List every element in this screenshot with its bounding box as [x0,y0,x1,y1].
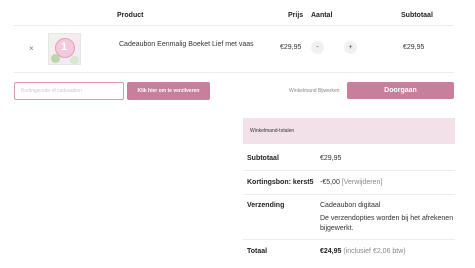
product-price: €29,95 [280,44,302,51]
header-divider [14,25,454,26]
thumbnail-number: 1 [61,41,68,53]
checkout-button[interactable]: Doorgaan [347,82,454,99]
subtotal-value: €29,95 [320,155,342,162]
totals-divider [243,239,455,240]
update-cart-button[interactable]: Winkelmand Bijwerken [289,88,340,94]
coupon-code-input[interactable] [14,82,124,100]
product-subtotal: €29,95 [403,44,425,51]
total-amount: €24,95 [320,248,342,255]
column-header-subtotal: Subtotaal [401,12,433,19]
shipping-method: Cadeaubon digitaal [320,202,381,209]
coupon-label: Kortingsbon: kerst5 [247,179,314,186]
coupon-amount: -€5,00 [320,179,340,186]
shipping-note: De verzendopties worden bij het afrekene… [320,215,454,232]
quantity-increase-button[interactable]: + [344,41,357,54]
subtotal-label: Subtotaal [247,155,279,162]
column-header-price: Prijs [288,12,304,19]
column-header-product: Product [117,12,144,19]
total-value: €24,95 (inclusief €2,06 btw) [320,247,406,257]
cart-totals: Winkelmand-totalen Subtotaal €29,95 Kort… [243,118,455,266]
thumbnail-leaf-decoration [70,56,79,64]
remove-coupon-link[interactable]: [Verwijderen] [342,179,382,186]
total-tax-note: (inclusief €2,06 btw) [343,248,406,255]
apply-coupon-button[interactable]: Klik hier om te verzilveren [127,82,210,100]
total-label: Totaal [247,248,268,255]
product-thumbnail[interactable]: 1 [48,33,81,65]
totals-divider [243,170,455,171]
totals-divider [243,194,455,195]
cart-totals-heading: Winkelmand-totalen [250,128,295,134]
remove-item-button[interactable]: × [29,44,34,53]
shipping-label: Verzending [247,202,285,209]
quantity-decrease-button[interactable]: - [311,41,324,54]
product-name-link[interactable]: Cadeaubon Eenmalig Boeket Lief met vaas [119,40,254,50]
column-header-quantity: Aantal [311,12,333,19]
coupon-discount-value: -€5,00 [Verwijderen] [320,178,382,188]
cart-totals-header: Winkelmand-totalen [243,118,455,144]
row-divider [14,72,454,73]
